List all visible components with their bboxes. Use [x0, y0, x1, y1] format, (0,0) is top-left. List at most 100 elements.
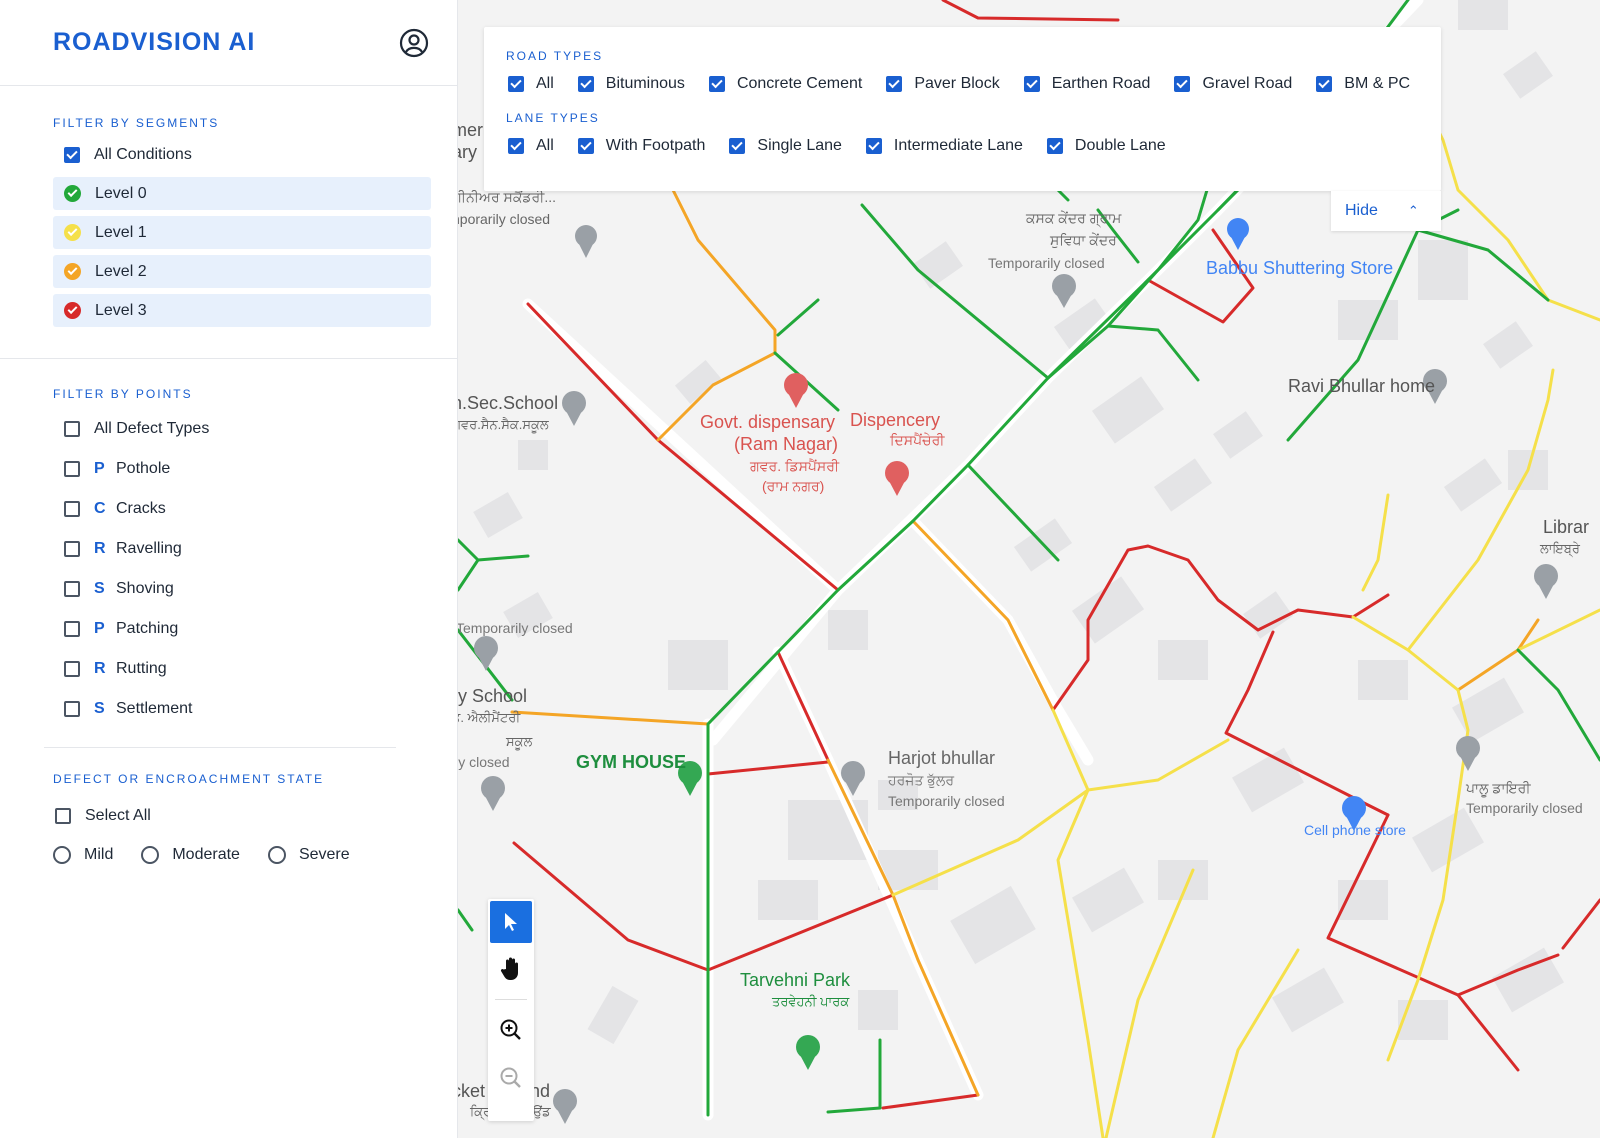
defect-pothole-label: Pothole [116, 460, 171, 477]
cursor-tool-button[interactable] [490, 901, 532, 943]
defect-pothole-row[interactable]: P Pothole [53, 449, 421, 489]
state-severe-radio-circle[interactable] [267, 846, 286, 864]
road-type-paver-block-checkbox[interactable] [886, 76, 903, 92]
lane-type-with-footpath-checkbox[interactable] [577, 138, 594, 154]
defect-cracks-checkbox[interactable] [64, 501, 80, 517]
state-severe-radio[interactable]: Severe [267, 846, 350, 864]
map-label-kasak-closed: Temporarily closed [988, 255, 1105, 271]
all-conditions-row[interactable]: All Conditions [53, 139, 421, 171]
map-label-library-pa: ਲਾਇਬ੍ਰੇ [1540, 541, 1580, 556]
chevron-up-icon: ⌃ [1407, 203, 1419, 218]
road-type-paver-block[interactable]: Paver Block [884, 75, 1000, 93]
state-moderate-radio[interactable]: Moderate [141, 846, 240, 864]
defect-ravelling-checkbox[interactable] [64, 541, 80, 557]
sidebar: ROADVISION AI FILTER BY SEGMENTS All Con… [0, 0, 458, 1138]
map-label-sec-school-pa: ਗਵਰ.ਸੈਨ.ਸੈਕ.ਸਕੂਲ [458, 417, 549, 432]
defect-settlement-label: Settlement [116, 700, 193, 717]
lane-type-single-lane-label: Single Lane [757, 137, 842, 154]
road-type-gravel-road[interactable]: Gravel Road [1172, 75, 1292, 93]
level-1-check-icon[interactable] [64, 224, 81, 241]
all-conditions-checkbox[interactable] [64, 147, 80, 163]
section-divider [44, 747, 396, 748]
level-2-check-icon[interactable] [64, 263, 81, 280]
level-1-label: Level 1 [95, 223, 147, 241]
state-mild-radio-circle[interactable] [53, 846, 71, 864]
lane-type-intermediate-lane-label: Intermediate Lane [893, 137, 1023, 154]
road-type-bm-pc-checkbox[interactable] [1316, 76, 1333, 92]
lane-type-single-lane-checkbox[interactable] [729, 138, 746, 154]
map-label-dairy-pa: ਪਾਲੂ ਡਾਇਰੀ [1466, 780, 1531, 796]
level-0-label: Level 0 [95, 184, 147, 202]
level-0-check-icon[interactable] [64, 185, 81, 202]
all-defect-types-checkbox[interactable] [64, 421, 80, 437]
user-circle-icon[interactable] [399, 28, 429, 58]
defect-cracks-letter: C [94, 500, 106, 517]
road-type-earthen-road[interactable]: Earthen Road [1022, 75, 1150, 93]
lane-type-with-footpath[interactable]: With Footpath [576, 137, 706, 155]
lane-type-intermediate-lane[interactable]: Intermediate Lane [864, 137, 1023, 155]
lane-type-all-label: All [536, 137, 554, 154]
road-type-bituminous-checkbox[interactable] [577, 76, 594, 92]
road-type-bituminous[interactable]: Bituminous [576, 75, 685, 93]
lane-type-double-lane-checkbox[interactable] [1046, 138, 1063, 154]
zoom-out-button[interactable] [488, 1054, 534, 1102]
hand-icon [500, 957, 518, 980]
state-moderate-radio-circle[interactable] [141, 846, 160, 864]
state-mild-radio[interactable]: Mild [53, 846, 113, 864]
select-all-row[interactable]: Select All [53, 796, 457, 836]
road-types-title: ROAD TYPES [506, 49, 604, 63]
hide-panel-button[interactable]: Hide ⌃ [1331, 191, 1441, 231]
level-2-label: Level 2 [95, 262, 147, 280]
lane-type-intermediate-lane-checkbox[interactable] [865, 138, 882, 154]
lane-type-all[interactable]: All [506, 137, 554, 155]
lane-type-all-checkbox[interactable] [508, 138, 524, 154]
defect-ravelling-letter: R [94, 540, 106, 557]
map-label-dispencery-pa: ਦਿਸਪੈਂਚੇਰੀ [890, 432, 945, 448]
lane-type-with-footpath-label: With Footpath [605, 137, 706, 154]
level-3-check-icon[interactable] [64, 302, 81, 319]
map-label-top-left-2: ary [458, 142, 478, 162]
map-label-babbu: Babbu Shuttering Store [1206, 258, 1394, 278]
road-filter-panel: ROAD TYPES All Bituminous Concrete Cemen… [484, 27, 1441, 191]
road-type-bm-pc[interactable]: BM & PC [1314, 75, 1410, 93]
map-label-govt-dispensary-pa2: (ਰਾਮ ਨਗਰ) [762, 478, 825, 494]
lane-type-single-lane[interactable]: Single Lane [727, 137, 842, 155]
level-2-row[interactable]: Level 2 [53, 255, 431, 288]
lane-type-double-lane[interactable]: Double Lane [1045, 137, 1166, 155]
defect-settlement-checkbox[interactable] [64, 701, 80, 717]
road-type-gravel-road-checkbox[interactable] [1174, 76, 1191, 92]
defect-shoving-row[interactable]: S Shoving [53, 569, 421, 609]
defect-cracks-label: Cracks [116, 500, 166, 517]
defect-cracks-row[interactable]: C Cracks [53, 489, 421, 529]
all-defect-types-row[interactable]: All Defect Types [53, 409, 421, 449]
map-label-ravi: Ravi Bhullar home [1288, 376, 1436, 396]
level-0-row[interactable]: Level 0 [53, 177, 431, 210]
all-conditions-label: All Conditions [94, 146, 192, 163]
defect-settlement-row[interactable]: S Settlement [53, 689, 421, 729]
zoom-out-icon [500, 1067, 521, 1088]
defect-rutting-row[interactable]: R Rutting [53, 649, 421, 689]
map-label-govt-dispensary: Govt. dispensary [700, 412, 836, 432]
select-all-checkbox[interactable] [55, 808, 71, 824]
map-label-ry-school-pa1: ਤ. ਐਲੀਮੈਂਟਰੀ [458, 710, 521, 725]
defect-rutting-checkbox[interactable] [64, 661, 80, 677]
road-type-earthen-road-checkbox[interactable] [1023, 76, 1040, 92]
level-1-row[interactable]: Level 1 [53, 216, 431, 249]
level-3-row[interactable]: Level 3 [53, 294, 431, 327]
zoom-in-button[interactable] [488, 1006, 534, 1054]
zoom-in-icon [500, 1019, 521, 1040]
defect-ravelling-row[interactable]: R Ravelling [53, 529, 421, 569]
defect-shoving-checkbox[interactable] [64, 581, 80, 597]
road-type-concrete-cement-checkbox[interactable] [708, 76, 725, 92]
lane-types-row: All With Footpath Single Lane Intermedia… [506, 125, 1441, 167]
defect-patching-row[interactable]: P Patching [53, 609, 421, 649]
map-label-harjot-pa: ਹਰਜੋਤ ਭੁੱਲਰ [888, 772, 954, 788]
defect-patching-checkbox[interactable] [64, 621, 80, 637]
lane-type-double-lane-label: Double Lane [1074, 137, 1166, 154]
road-type-concrete-cement[interactable]: Concrete Cement [707, 75, 862, 93]
defect-pothole-checkbox[interactable] [64, 461, 80, 477]
road-type-all[interactable]: All [506, 75, 554, 93]
map-label-top-left-1: mer [458, 120, 483, 140]
pan-tool-button[interactable] [488, 945, 534, 993]
road-type-all-checkbox[interactable] [508, 76, 524, 92]
